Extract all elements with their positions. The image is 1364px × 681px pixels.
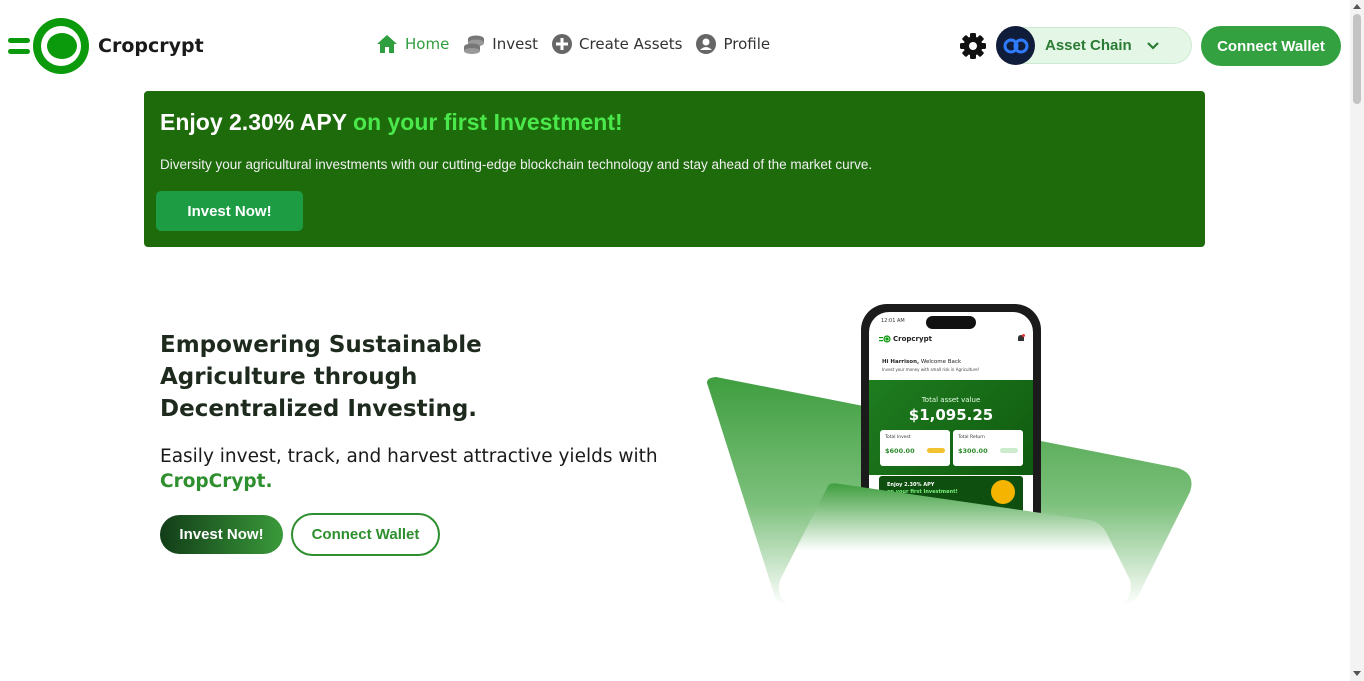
nav-create-assets-label: Create Assets — [579, 35, 683, 53]
phone-notch — [926, 316, 976, 329]
phone-greeting-rest: Welcome Back — [919, 359, 962, 365]
chain-selector[interactable]: Asset Chain — [996, 26, 1192, 65]
phone-invest-box: Total Invest $600.00 — [880, 430, 950, 466]
nav-invest-label: Invest — [492, 35, 539, 53]
asset-chain-logo-icon — [996, 26, 1035, 65]
nav-home[interactable]: Home — [376, 34, 449, 54]
banner-invest-now-button[interactable]: Invest Now! — [156, 191, 303, 231]
nav-create-assets[interactable]: Create Assets — [552, 34, 682, 54]
brand-logo[interactable]: Cropcrypt — [8, 16, 204, 76]
hero-invest-now-button[interactable]: Invest Now! — [160, 515, 283, 554]
nav-profile-label: Profile — [723, 35, 771, 53]
promo-title-prefix: Enjoy 2.30% APY — [160, 109, 354, 135]
hero-connect-wallet-button[interactable]: Connect Wallet — [291, 513, 440, 556]
settings-gear-icon[interactable] — [959, 32, 987, 60]
brand-name: Cropcrypt — [98, 35, 204, 57]
scroll-down-arrow-icon[interactable] — [1353, 671, 1361, 676]
page-scrollbar[interactable] — [1350, 0, 1364, 681]
illustration-front-wave — [778, 483, 1131, 606]
connect-wallet-button[interactable]: Connect Wallet — [1201, 26, 1341, 66]
nav-home-label: Home — [405, 35, 450, 53]
hero-title: Empowering Sustainable Agriculture throu… — [160, 332, 482, 422]
phone-total-value: $1,095.25 — [908, 406, 994, 424]
plus-circle-icon — [552, 34, 573, 54]
phone-return-box: Total Return $300.00 — [953, 430, 1023, 466]
phone-total-label: Total asset value — [921, 396, 981, 404]
promo-title-highlight: on your first Investment! — [353, 109, 623, 135]
phone-return-pill — [1000, 448, 1018, 453]
phone-asset-card: Total asset value $1,095.25 Total Invest… — [869, 380, 1033, 475]
phone-invest-value: $600.00 — [885, 447, 915, 455]
phone-time: 12:01 AM — [881, 318, 905, 324]
phone-invest-pill — [927, 448, 945, 453]
top-navbar: Cropcrypt Home Invest Create Assets Prof… — [0, 0, 1350, 92]
home-icon — [377, 35, 397, 53]
promo-banner: Enjoy 2.30% APY on your first Investment… — [144, 91, 1205, 247]
phone-brand-name: Cropcrypt — [893, 335, 932, 343]
hero-subtitle: Easily invest, track, and harvest attrac… — [160, 444, 670, 494]
phone-bell-icon — [1018, 334, 1025, 341]
promo-banner-description: Diversity your agricultural investments … — [160, 157, 873, 172]
phone-greeting-name: Hi Harrison, — [882, 359, 920, 365]
phone-brand-logo-icon — [879, 335, 891, 343]
nav-invest[interactable]: Invest — [463, 34, 538, 54]
phone-invest-label: Total Invest — [885, 435, 911, 440]
scroll-thumb[interactable] — [1353, 14, 1361, 104]
cropcrypt-logo-icon — [8, 16, 92, 76]
scroll-up-arrow-icon[interactable] — [1353, 4, 1361, 9]
coins-icon — [464, 35, 485, 54]
hero-subtitle-text: Easily invest, track, and harvest attrac… — [160, 446, 658, 467]
chevron-down-icon — [1146, 41, 1159, 50]
nav-profile[interactable]: Profile — [696, 34, 770, 54]
phone-greeting-sub: Invest your money with small risk in Agr… — [882, 367, 980, 372]
phone-greeting: Hi Harrison, Welcome Back — [882, 359, 961, 365]
user-circle-icon — [696, 34, 717, 54]
main-nav: Home Invest Create Assets Profile — [376, 34, 784, 54]
promo-banner-title: Enjoy 2.30% APY on your first Investment… — [160, 109, 623, 136]
chain-selector-label: Asset Chain — [1045, 37, 1132, 54]
hero-subtitle-brand: CropCrypt. — [160, 471, 273, 492]
phone-return-value: $300.00 — [958, 447, 988, 455]
phone-return-label: Total Return — [958, 435, 985, 440]
